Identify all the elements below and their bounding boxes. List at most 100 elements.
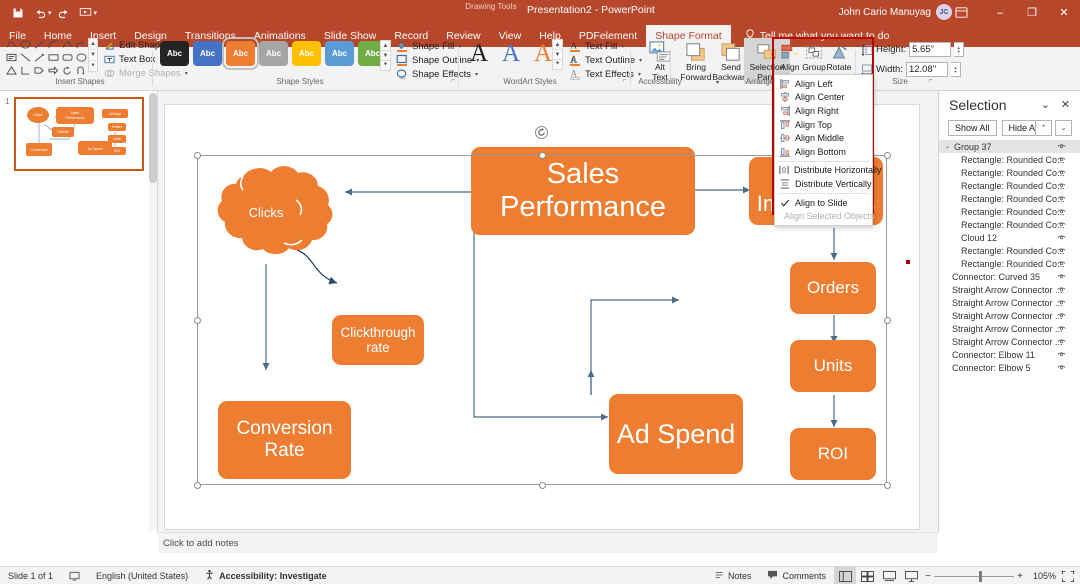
slide-indicator[interactable]: Slide 1 of 1 <box>0 567 61 584</box>
text-fill-button[interactable]: A Text Fill ▾ <box>568 39 642 53</box>
view-normal-icon[interactable] <box>834 567 856 584</box>
menu-item-distribute-vertically[interactable]: Distribute Vertically <box>775 177 872 191</box>
selection-pane-item-row[interactable]: Rectangle: Rounded Co... <box>939 192 1080 205</box>
notes-button[interactable]: Notes <box>706 567 760 584</box>
selection-pane-item-row[interactable]: Rectangle: Rounded Co... <box>939 218 1080 231</box>
menu-item-align-to-slide[interactable]: Align to Slide <box>775 196 872 210</box>
visibility-eye-icon[interactable] <box>1057 259 1066 268</box>
height-input[interactable]: 5.65" <box>909 42 952 57</box>
adjustment-marker[interactable] <box>906 260 910 264</box>
zoom-level[interactable]: 105% <box>1026 571 1056 581</box>
selection-pane-group-row[interactable]: ⌄ Group 37 <box>939 140 1080 153</box>
shape-style-swatch-4[interactable]: Abc <box>292 41 321 66</box>
menu-item-align-right[interactable]: Align Right <box>775 104 872 118</box>
visibility-eye-icon[interactable] <box>1057 207 1066 216</box>
language-indicator[interactable]: English (United States) <box>88 567 196 584</box>
visibility-eye-icon[interactable] <box>1057 194 1066 203</box>
shape-connector-elbow-icon[interactable] <box>74 38 88 51</box>
zoom-thumb[interactable] <box>978 570 982 582</box>
resize-handle-top-center[interactable] <box>539 152 546 159</box>
show-all-button[interactable]: Show All <box>948 120 997 136</box>
selection-pane-item-row[interactable]: Rectangle: Rounded Co... <box>939 205 1080 218</box>
selection-pane-item-row[interactable]: Cloud 12 <box>939 231 1080 244</box>
menu-item-align-middle[interactable]: Align Middle <box>775 131 872 145</box>
selection-pane-item-row[interactable]: Rectangle: Rounded Co... <box>939 244 1080 257</box>
view-slide-show-icon[interactable] <box>900 567 922 584</box>
wordart-style-1[interactable]: A <box>498 39 524 67</box>
shape-style-swatch-0[interactable]: Abc <box>160 41 189 66</box>
rotation-handle[interactable] <box>535 126 548 139</box>
selection-pane-item-row[interactable]: Rectangle: Rounded Co... <box>939 257 1080 270</box>
comments-button[interactable]: Comments <box>759 567 834 584</box>
shape-right-triangle-icon[interactable] <box>18 64 32 77</box>
selection-pane-item-row[interactable]: Connector: Elbow 5 <box>939 361 1080 374</box>
visibility-eye-icon[interactable] <box>1057 272 1066 281</box>
shape-pentagon-arrow-icon[interactable] <box>32 64 46 77</box>
undo-icon[interactable] <box>30 3 50 23</box>
zoom-out-button[interactable]: − <box>922 571 934 582</box>
menu-item-align-bottom[interactable]: Align Bottom <box>775 145 872 159</box>
shape-conversion-rate[interactable]: Conversion Rate <box>218 401 351 479</box>
selection-pane-item-row[interactable]: Straight Arrow Connector ... <box>939 296 1080 309</box>
shape-effects-button[interactable]: Shape Effects ▾ <box>395 67 479 81</box>
visibility-eye-icon[interactable] <box>1057 337 1066 346</box>
chevron-down-icon[interactable]: ⌄ <box>945 143 954 150</box>
shape-clickthrough-rate[interactable]: Clickthrough rate <box>332 315 424 365</box>
visibility-eye-icon[interactable] <box>1057 298 1066 307</box>
shape-fill-caret-icon[interactable]: ▾ <box>458 43 461 50</box>
avatar[interactable]: JC <box>936 4 952 20</box>
selection-pane-item-row[interactable]: Straight Arrow Connector ... <box>939 309 1080 322</box>
shape-line-icon[interactable] <box>32 38 46 51</box>
close-button[interactable]: ✕ <box>1048 0 1080 25</box>
shape-rounded-rectangle-icon[interactable] <box>60 51 74 64</box>
visibility-eye-icon[interactable] <box>1057 350 1066 359</box>
shape-text-box-small-icon[interactable] <box>4 51 18 64</box>
text-fill-caret-icon[interactable]: ▾ <box>621 43 624 50</box>
align-dropdown-menu[interactable]: Align Left Align Center Align Right Alig… <box>774 74 882 226</box>
selection-pane-item-row[interactable]: Straight Arrow Connector ... <box>939 322 1080 335</box>
wordart-styles-gallery[interactable]: A A A <box>466 39 556 67</box>
resize-handle-bottom-right[interactable] <box>884 482 891 489</box>
resize-handle-middle-right[interactable] <box>884 317 891 324</box>
scrollbar-thumb[interactable] <box>149 93 157 183</box>
selection-pane-collapse-icon[interactable]: ⌄ <box>1041 98 1050 111</box>
redo-icon[interactable] <box>54 3 74 23</box>
shape-orders[interactable]: Orders <box>790 262 876 314</box>
shapes-more-icon[interactable]: ⯆ <box>88 60 98 72</box>
save-icon[interactable] <box>8 3 28 23</box>
size-dialog-launcher[interactable]: ⌐ <box>926 76 935 85</box>
shape-ad-spend[interactable]: Ad Spend <box>609 394 743 474</box>
start-presentation-icon[interactable] <box>76 3 96 23</box>
menu-item-align-center[interactable]: Align Center <box>775 91 872 105</box>
ribbon-display-options-icon[interactable] <box>952 4 970 20</box>
visibility-eye-icon[interactable] <box>1057 285 1066 294</box>
wordart-style-0[interactable]: A <box>466 39 492 67</box>
fit-slide-icon[interactable] <box>1056 567 1080 584</box>
shape-style-swatch-2-selected[interactable]: Abc <box>222 37 259 70</box>
shape-styles-scroll[interactable]: ▲ ▼ ⯆ <box>380 40 391 71</box>
wordart-more-icon[interactable]: ⯆ <box>552 59 563 70</box>
zoom-track[interactable] <box>934 570 1014 582</box>
shape-freeform-scribble-icon[interactable] <box>4 38 18 51</box>
visibility-eye-icon[interactable] <box>1057 168 1066 177</box>
visibility-eye-icon[interactable] <box>1057 155 1066 164</box>
shape-circle-icon[interactable] <box>74 51 88 64</box>
zoom-slider[interactable]: − + <box>922 567 1026 584</box>
visibility-eye-icon[interactable] <box>1057 220 1066 229</box>
selection-pane-item-row[interactable]: Rectangle: Rounded Co... <box>939 166 1080 179</box>
selection-pane-close-icon[interactable]: ✕ <box>1061 98 1070 111</box>
move-down-icon[interactable]: ⌄ <box>1055 120 1072 136</box>
shape-style-swatch-5[interactable]: Abc <box>325 41 354 66</box>
resize-handle-bottom-left[interactable] <box>194 482 201 489</box>
shape-sales-performance[interactable]: Sales Performance <box>471 147 695 235</box>
slide-icon[interactable] <box>61 567 88 584</box>
text-outline-button[interactable]: A Text Outline ▾ <box>568 53 642 67</box>
shape-arc-icon[interactable] <box>46 38 60 51</box>
shape-style-swatch-1[interactable]: Abc <box>193 41 222 66</box>
resize-handle-middle-left[interactable] <box>194 317 201 324</box>
menu-item-align-left[interactable]: Align Left <box>775 77 872 91</box>
resize-handle-top-left[interactable] <box>194 152 201 159</box>
shape-roi[interactable]: ROI <box>790 428 876 480</box>
shape-circular-arrow-icon[interactable] <box>60 64 74 77</box>
shape-line-arrow-icon[interactable] <box>32 51 46 64</box>
